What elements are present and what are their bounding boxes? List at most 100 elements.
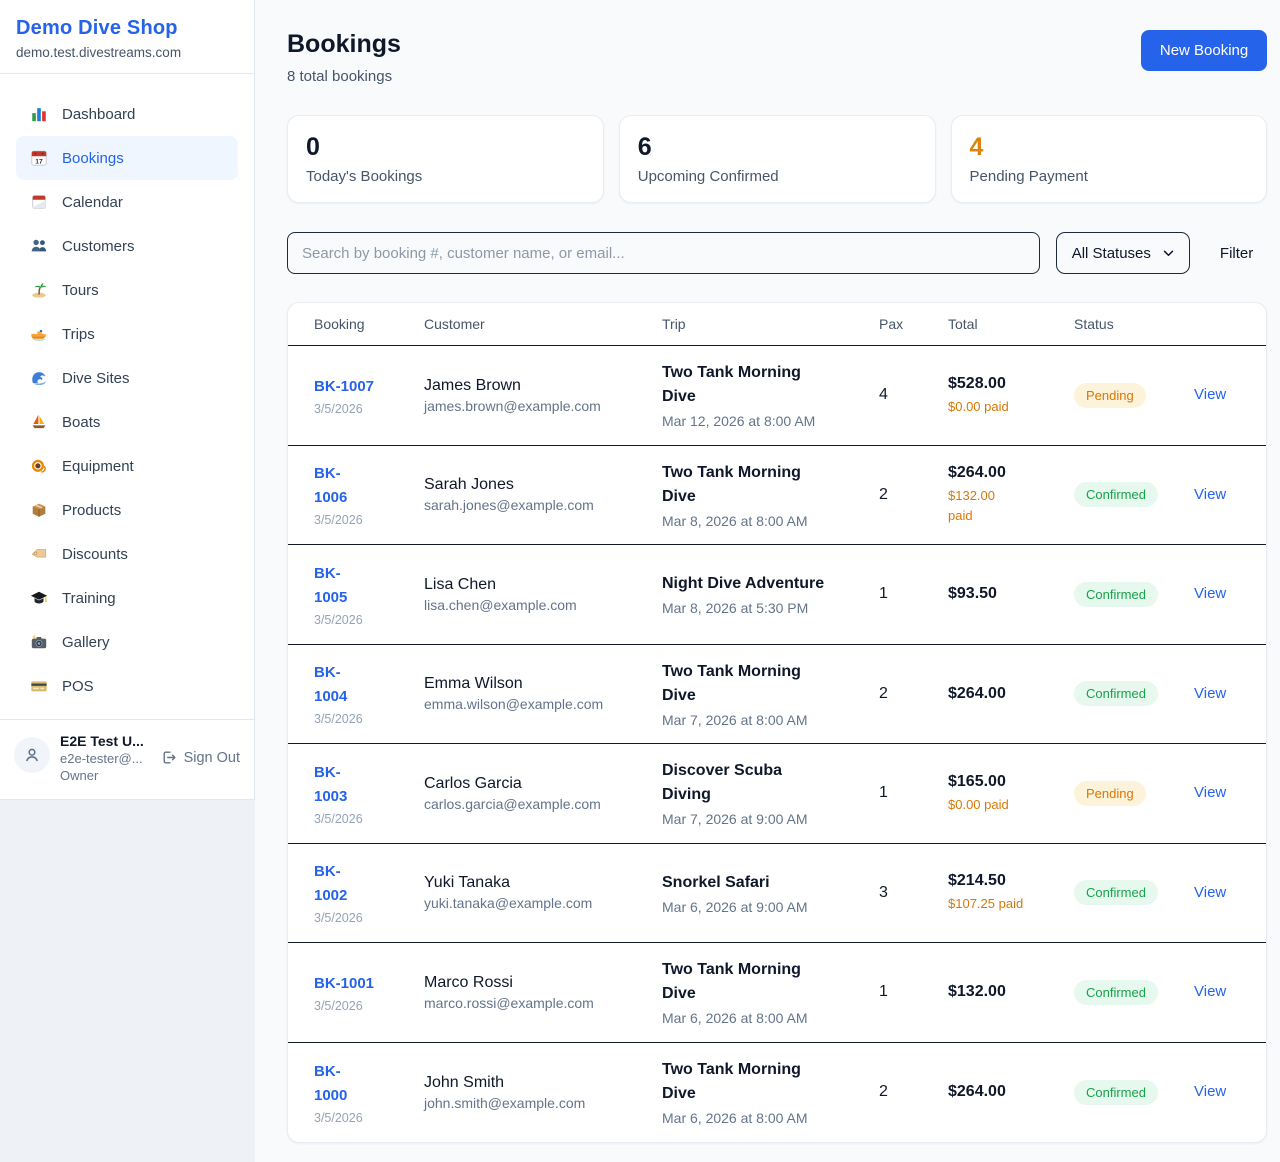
bookings-table: Booking Customer Trip Pax Total Status B…	[287, 302, 1267, 1143]
table-row: BK- 1004 3/5/2026 Emma Wilson emma.wilso…	[288, 645, 1266, 745]
sidebar-item-bookings[interactable]: 17 Bookings	[16, 136, 238, 180]
pax-count: 3	[879, 884, 948, 902]
total-cell: $93.50	[948, 585, 1074, 603]
stat-value: 0	[306, 133, 585, 162]
stat-label: Pending Payment	[970, 168, 1249, 185]
total-amount: $264.00	[948, 464, 1060, 482]
status-cell: Confirmed	[1074, 582, 1194, 607]
actions-cell: View	[1194, 983, 1240, 1001]
booking-id-link[interactable]: BK- 1003	[314, 761, 347, 809]
column-header-total: Total	[948, 316, 1074, 332]
sidebar-item-calendar[interactable]: Calendar	[16, 180, 238, 224]
sidebar-item-customers[interactable]: Customers	[16, 224, 238, 268]
booking-id-link[interactable]: BK-1001	[314, 972, 374, 996]
trip-datetime: Mar 6, 2026 at 8:00 AM	[662, 1010, 865, 1026]
status-badge: Pending	[1074, 781, 1146, 806]
customer-email: john.smith@example.com	[424, 1095, 648, 1111]
total-cell: $132.00	[948, 983, 1074, 1001]
page-header-text: Bookings 8 total bookings	[287, 30, 401, 85]
brand-domain: demo.test.divestreams.com	[16, 45, 238, 60]
view-link[interactable]: View	[1194, 486, 1226, 503]
sidebar-item-gallery[interactable]: Gallery	[16, 620, 238, 664]
sidebar-item-products[interactable]: Products	[16, 488, 238, 532]
trip-datetime: Mar 6, 2026 at 9:00 AM	[662, 899, 865, 915]
customer-email: carlos.garcia@example.com	[424, 796, 648, 812]
customer-cell: Marco Rossi marco.rossi@example.com	[424, 974, 662, 1011]
table-row: BK- 1002 3/5/2026 Yuki Tanaka yuki.tanak…	[288, 844, 1266, 944]
search-input[interactable]	[287, 232, 1040, 274]
booking-id-link[interactable]: BK- 1005	[314, 562, 347, 610]
calendar-date-icon: 17	[29, 148, 49, 168]
sign-out-button[interactable]: Sign Out	[160, 749, 240, 766]
stat-card-pending-payment: 4 Pending Payment	[951, 115, 1268, 203]
bar-chart-icon	[29, 104, 49, 124]
user-name: E2E Test U...	[60, 733, 150, 749]
sidebar-item-equipment[interactable]: Equipment	[16, 444, 238, 488]
status-badge: Confirmed	[1074, 880, 1158, 905]
grad-cap-icon	[29, 588, 49, 608]
sidebar-item-pos[interactable]: POS	[16, 664, 238, 708]
booking-date: 3/5/2026	[314, 613, 410, 627]
status-filter-select[interactable]: All Statuses	[1056, 232, 1190, 274]
status-cell: Confirmed	[1074, 880, 1194, 905]
column-header-customer: Customer	[424, 316, 662, 332]
status-badge: Confirmed	[1074, 482, 1158, 507]
view-link[interactable]: View	[1194, 585, 1226, 602]
page-header: Bookings 8 total bookings New Booking	[287, 30, 1267, 85]
total-cell: $264.00 $132.00 paid	[948, 464, 1074, 525]
column-header-booking: Booking	[314, 316, 424, 332]
customer-email: marco.rossi@example.com	[424, 995, 648, 1011]
camera-icon	[29, 632, 49, 652]
view-link[interactable]: View	[1194, 884, 1226, 901]
tear-calendar-icon	[29, 192, 49, 212]
booking-id-link[interactable]: BK- 1004	[314, 661, 347, 709]
booking-date: 3/5/2026	[314, 513, 410, 527]
total-cell: $165.00 $0.00 paid	[948, 773, 1074, 815]
avatar	[14, 737, 50, 773]
sidebar-item-dashboard[interactable]: Dashboard	[16, 92, 238, 136]
sidebar-item-tours[interactable]: Tours	[16, 268, 238, 312]
new-booking-button[interactable]: New Booking	[1141, 30, 1267, 71]
view-link[interactable]: View	[1194, 983, 1226, 1000]
view-link[interactable]: View	[1194, 784, 1226, 801]
table-row: BK- 1000 3/5/2026 John Smith john.smith@…	[288, 1043, 1266, 1143]
view-link[interactable]: View	[1194, 685, 1226, 702]
trip-name: Two Tank Morning Dive	[662, 361, 865, 409]
customer-cell: James Brown james.brown@example.com	[424, 377, 662, 414]
sailboat-icon	[29, 412, 49, 432]
booking-id-link[interactable]: BK- 1000	[314, 1060, 347, 1108]
sidebar-item-discounts[interactable]: Discounts	[16, 532, 238, 576]
view-link[interactable]: View	[1194, 1083, 1226, 1100]
sidebar-item-dive-sites[interactable]: Dive Sites	[16, 356, 238, 400]
sidebar-item-training[interactable]: Training	[16, 576, 238, 620]
user-row: E2E Test U... e2e-tester@... Owner Sign …	[0, 720, 254, 799]
package-icon	[29, 500, 49, 520]
brand-name[interactable]: Demo Dive Shop	[16, 17, 238, 40]
booking-id-link[interactable]: BK- 1002	[314, 860, 347, 908]
actions-cell: View	[1194, 486, 1240, 504]
customer-cell: Yuki Tanaka yuki.tanaka@example.com	[424, 874, 662, 911]
trip-datetime: Mar 7, 2026 at 8:00 AM	[662, 712, 865, 728]
booking-id-link[interactable]: BK-1007	[314, 375, 374, 399]
sidebar-item-boats[interactable]: Boats	[16, 400, 238, 444]
app-root: Demo Dive Shop demo.test.divestreams.com…	[0, 0, 1280, 1162]
booking-id-link[interactable]: BK- 1006	[314, 462, 347, 510]
customer-cell: Sarah Jones sarah.jones@example.com	[424, 476, 662, 513]
column-header-status: Status	[1074, 316, 1194, 332]
customer-email: emma.wilson@example.com	[424, 696, 648, 712]
total-amount: $264.00	[948, 685, 1060, 703]
chevron-down-icon	[1163, 250, 1174, 257]
sidebar-item-trips[interactable]: Trips	[16, 312, 238, 356]
actions-cell: View	[1194, 784, 1240, 802]
trip-name: Two Tank Morning Dive	[662, 958, 865, 1006]
stat-card-todays-bookings: 0 Today's Bookings	[287, 115, 604, 203]
customer-name: John Smith	[424, 1074, 648, 1092]
trip-name: Two Tank Morning Dive	[662, 1058, 865, 1106]
status-badge: Confirmed	[1074, 980, 1158, 1005]
view-link[interactable]: View	[1194, 386, 1226, 403]
actions-cell: View	[1194, 884, 1240, 902]
filter-button[interactable]: Filter	[1206, 245, 1267, 262]
customer-name: Carlos Garcia	[424, 775, 648, 793]
sidebar: Demo Dive Shop demo.test.divestreams.com…	[0, 0, 255, 800]
trip-cell: Two Tank Morning Dive Mar 6, 2026 at 8:0…	[662, 1058, 879, 1126]
